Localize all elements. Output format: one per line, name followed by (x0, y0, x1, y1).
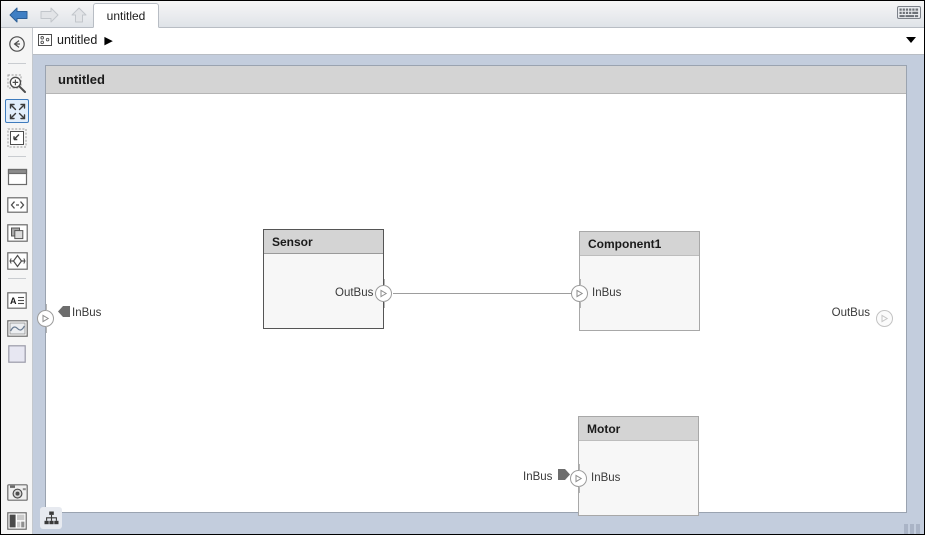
root-outport-outbus[interactable] (876, 310, 893, 327)
breadcrumb-label[interactable]: untitled (57, 33, 97, 47)
add-area-button[interactable] (5, 342, 29, 366)
add-reference-button[interactable] (5, 221, 29, 245)
report-button[interactable] (5, 509, 29, 533)
tab-label: untitled (106, 8, 146, 23)
add-component-button[interactable] (5, 165, 29, 189)
navigation-buttons (5, 3, 93, 26)
root-inport-label: InBus (72, 307, 102, 319)
breadcrumb-bar: untitled ▶ (1, 28, 924, 55)
root-inport-inbus[interactable] (37, 304, 54, 333)
canvas-area[interactable]: untitled InBus OutBus Sensor OutBus Comp… (33, 55, 924, 534)
breadcrumb[interactable]: untitled ▶ (37, 32, 113, 48)
forward-arrow-icon (35, 3, 63, 26)
zoom-tool-button[interactable] (5, 72, 29, 96)
toolbar-divider-1 (8, 63, 26, 64)
diagram-canvas[interactable]: InBus OutBus Sensor OutBus Component1 In… (37, 95, 906, 516)
port-tick-bottom (579, 486, 580, 493)
block-motor-title: Motor (587, 421, 621, 436)
title-tab-bar: untitled (1, 1, 924, 28)
hierarchy-tree-icon[interactable] (40, 507, 62, 529)
breadcrumb-separator-icon[interactable]: ▶ (104, 34, 112, 47)
add-annotation-button[interactable]: A (5, 288, 29, 312)
port-triangle-icon (42, 314, 50, 323)
up-arrow-icon (65, 3, 93, 26)
port-triangle-icon (380, 289, 388, 298)
port-tick-top (579, 464, 580, 471)
add-image-button[interactable] (5, 316, 29, 340)
port-tick-bottom (580, 301, 581, 308)
connection-sensor-to-component1[interactable] (393, 293, 579, 294)
diagram-title-bar: untitled (46, 66, 906, 94)
block-motor-header: Motor (579, 417, 698, 441)
port-tick-top (580, 279, 581, 286)
port-tick-bottom (46, 326, 47, 333)
left-toolbar: A (1, 28, 33, 534)
port-tick-top (384, 279, 385, 286)
port-triangle-icon (575, 474, 583, 483)
chevron-down-icon[interactable] (906, 37, 916, 43)
add-interface-button[interactable] (5, 193, 29, 217)
block-motor[interactable]: Motor (578, 416, 699, 516)
port-tick-top (46, 304, 47, 311)
port-tick-bottom (384, 301, 385, 308)
port-triangle-icon (881, 314, 889, 323)
root-outport-label: OutBus (831, 307, 870, 319)
component1-inport-inbus[interactable] (571, 279, 588, 308)
toolbar-divider-2 (8, 156, 26, 157)
motor-inport-inbus[interactable] (570, 464, 587, 493)
block-component1-header: Component1 (580, 232, 699, 256)
block-sensor[interactable]: Sensor (263, 229, 384, 329)
svg-text:A: A (10, 296, 17, 306)
component1-inport-label: InBus (592, 287, 622, 299)
keyboard-icon[interactable] (897, 5, 921, 20)
diagram-title: untitled (58, 72, 105, 87)
motor-inbus-source-label: InBus (523, 471, 553, 483)
port-triangle-icon (576, 289, 584, 298)
resize-grip-icon[interactable] (904, 520, 924, 534)
sensor-outport-outbus[interactable] (375, 279, 392, 308)
add-variant-button[interactable] (5, 249, 29, 273)
back-arrow-icon[interactable] (5, 3, 33, 26)
sensor-outport-label: OutBus (335, 287, 374, 299)
block-sensor-title: Sensor (272, 234, 313, 249)
motor-inbus-connector-arrow-icon (557, 468, 571, 486)
block-component1[interactable]: Component1 (579, 231, 700, 331)
toolbar-divider-3 (8, 278, 26, 279)
back-navigation-button[interactable] (5, 32, 29, 56)
motor-inport-label: InBus (591, 472, 621, 484)
model-home-icon[interactable] (37, 32, 53, 48)
fit-to-view-button[interactable] (5, 99, 29, 123)
root-inbus-connector-arrow-icon (57, 305, 71, 323)
snapshot-button[interactable] (5, 480, 29, 504)
architecture-model-window: untitled untitled ▶ A untitled InBus Out… (0, 0, 925, 535)
block-component1-title: Component1 (588, 236, 662, 251)
block-sensor-header: Sensor (264, 230, 383, 254)
document-tab-untitled[interactable]: untitled (93, 3, 159, 28)
diagram-panel[interactable]: untitled InBus OutBus Sensor OutBus Comp… (37, 65, 907, 516)
select-tool-button[interactable] (5, 126, 29, 150)
